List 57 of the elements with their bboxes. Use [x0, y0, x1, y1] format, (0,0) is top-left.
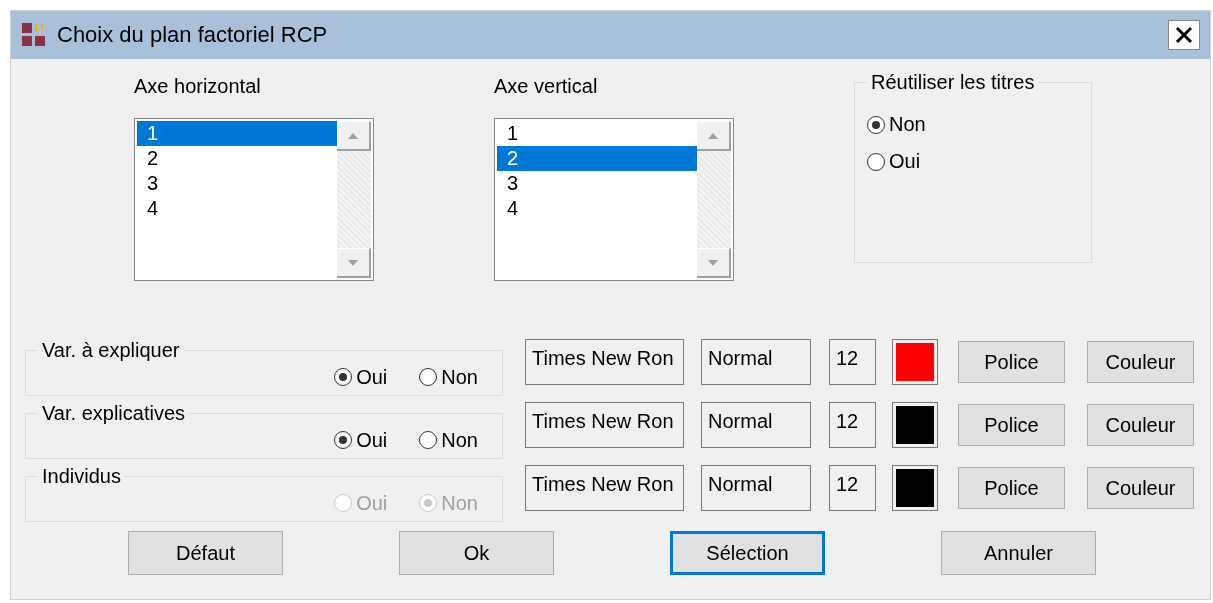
radio-label[interactable]: Oui [356, 365, 388, 389]
dialog-button[interactable]: Sélection [670, 531, 825, 575]
axis-label: Axe vertical [494, 74, 599, 99]
axis-listbox[interactable]: 1 2 3 4 [494, 118, 734, 281]
app-icon [21, 22, 47, 48]
radio-label[interactable]: Non [441, 428, 478, 452]
list-item[interactable]: 2 [137, 146, 337, 171]
radio-group[interactable]: Oui Non [334, 359, 478, 395]
font-size-field: 12 [829, 339, 876, 385]
font-size-field: 12 [829, 402, 876, 448]
dialog-button[interactable]: Annuler [941, 531, 1096, 575]
radio-group[interactable]: Oui Non [334, 422, 478, 458]
font-style-field: Normal [701, 465, 811, 511]
radio-button[interactable] [419, 368, 438, 386]
list-item[interactable]: 3 [497, 171, 697, 196]
group-label: Var. explicatives [41, 402, 187, 424]
radio-button[interactable] [419, 431, 438, 449]
close-button[interactable] [1168, 20, 1200, 50]
font-style-field: Normal [701, 339, 811, 385]
list-item[interactable]: 4 [137, 196, 337, 221]
radio-label[interactable]: Oui [356, 428, 388, 452]
list-item[interactable]: 1 [137, 121, 337, 146]
font-name-field: Times New Ron [525, 402, 684, 448]
radio-button[interactable] [334, 368, 353, 386]
axis-listbox[interactable]: 1 2 3 4 [134, 118, 374, 281]
list-item[interactable]: 1 [497, 121, 697, 146]
group-label: Individus [41, 465, 122, 487]
font-name-field: Times New Ron [525, 339, 684, 385]
list-item[interactable]: 3 [137, 171, 337, 196]
font-name-field: Times New Ron [525, 465, 684, 511]
color-button[interactable]: Couleur [1087, 341, 1194, 383]
radio-button[interactable] [867, 115, 885, 134]
radio-label[interactable]: Oui [889, 150, 921, 173]
dialog-button[interactable]: Défaut [128, 531, 283, 575]
dialog-button[interactable]: Ok [399, 531, 554, 575]
group-label: Réutiliser les titres [870, 71, 1036, 93]
up-arrow-icon[interactable] [347, 131, 359, 140]
radio-button[interactable] [867, 152, 885, 171]
radio-label[interactable]: Non [889, 113, 926, 136]
scrollbar[interactable] [697, 121, 731, 278]
font-button[interactable]: Police [958, 341, 1065, 383]
down-arrow-icon[interactable] [347, 258, 359, 267]
radio-button[interactable] [334, 431, 353, 449]
window-title: Choix du plan factoriel RCP [57, 22, 329, 48]
radio-label[interactable]: Non [441, 365, 478, 389]
list-item[interactable]: 2 [497, 146, 697, 171]
list-item[interactable]: 4 [497, 196, 697, 221]
scrollbar[interactable] [337, 121, 371, 278]
up-arrow-icon[interactable] [707, 131, 719, 140]
close-icon [1175, 26, 1193, 44]
axis-label: Axe horizontal [134, 74, 262, 99]
down-arrow-icon[interactable] [707, 258, 719, 267]
font-size-field: 12 [829, 465, 876, 511]
font-style-field: Normal [701, 402, 811, 448]
color-button[interactable]: Couleur [1087, 404, 1194, 446]
group-label: Var. à expliquer [41, 339, 181, 361]
font-button[interactable]: Police [958, 404, 1065, 446]
